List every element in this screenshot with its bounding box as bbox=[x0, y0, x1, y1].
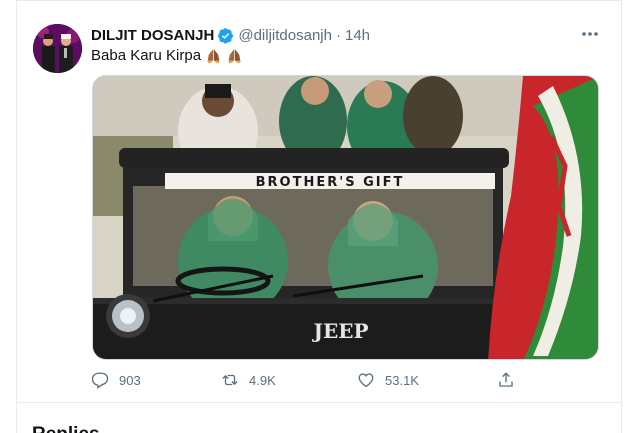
like-count: 53.1K bbox=[385, 372, 419, 388]
like-button[interactable]: 53.1K bbox=[357, 368, 419, 392]
retweet-count: 4.9K bbox=[249, 372, 276, 388]
timestamp[interactable]: 14h bbox=[345, 27, 370, 44]
heart-icon bbox=[358, 373, 374, 388]
tweet-text-content: Baba Karu Kirpa bbox=[91, 47, 202, 64]
display-name[interactable]: DILJIT DOSANJH bbox=[91, 27, 214, 44]
hood-badge-text: JEEP bbox=[312, 319, 369, 343]
vehicle-banner-text: BROTHER'S GIFT bbox=[256, 175, 405, 190]
tweet-header: DILJIT DOSANJH @diljitdosanjh · 14h bbox=[91, 25, 370, 45]
section-divider bbox=[16, 402, 622, 403]
top-divider bbox=[16, 0, 622, 1]
folded-hands-icon bbox=[207, 49, 220, 64]
reply-icon bbox=[91, 372, 109, 389]
retweet-icon bbox=[222, 374, 238, 386]
tweet-text: Baba Karu Kirpa bbox=[91, 47, 243, 64]
avatar-image bbox=[33, 24, 82, 73]
tweet[interactable]: DILJIT DOSANJH @diljitdosanjh · 14h Baba… bbox=[17, 12, 621, 402]
folded-hands-icon bbox=[228, 49, 241, 64]
replies-heading: Replies bbox=[32, 424, 100, 433]
more-dots-icon bbox=[582, 32, 598, 36]
reply-count: 903 bbox=[119, 372, 141, 388]
more-options-button[interactable] bbox=[577, 24, 603, 44]
avatar[interactable] bbox=[33, 24, 82, 73]
share-icon bbox=[499, 372, 513, 387]
tweet-actions: 903 4.9K 53.1K bbox=[91, 368, 531, 392]
tweet-photo[interactable]: BROTHER'S GIFT JEEP bbox=[92, 75, 599, 360]
column-right-border bbox=[621, 0, 622, 433]
verified-badge-icon bbox=[218, 27, 234, 44]
separator-dot: · bbox=[335, 26, 341, 44]
reply-button[interactable]: 903 bbox=[91, 368, 141, 392]
photo-content: BROTHER'S GIFT JEEP bbox=[93, 76, 598, 359]
handle[interactable]: @diljitdosanjh bbox=[238, 27, 332, 44]
share-button[interactable] bbox=[497, 368, 525, 392]
retweet-button[interactable]: 4.9K bbox=[221, 368, 276, 392]
